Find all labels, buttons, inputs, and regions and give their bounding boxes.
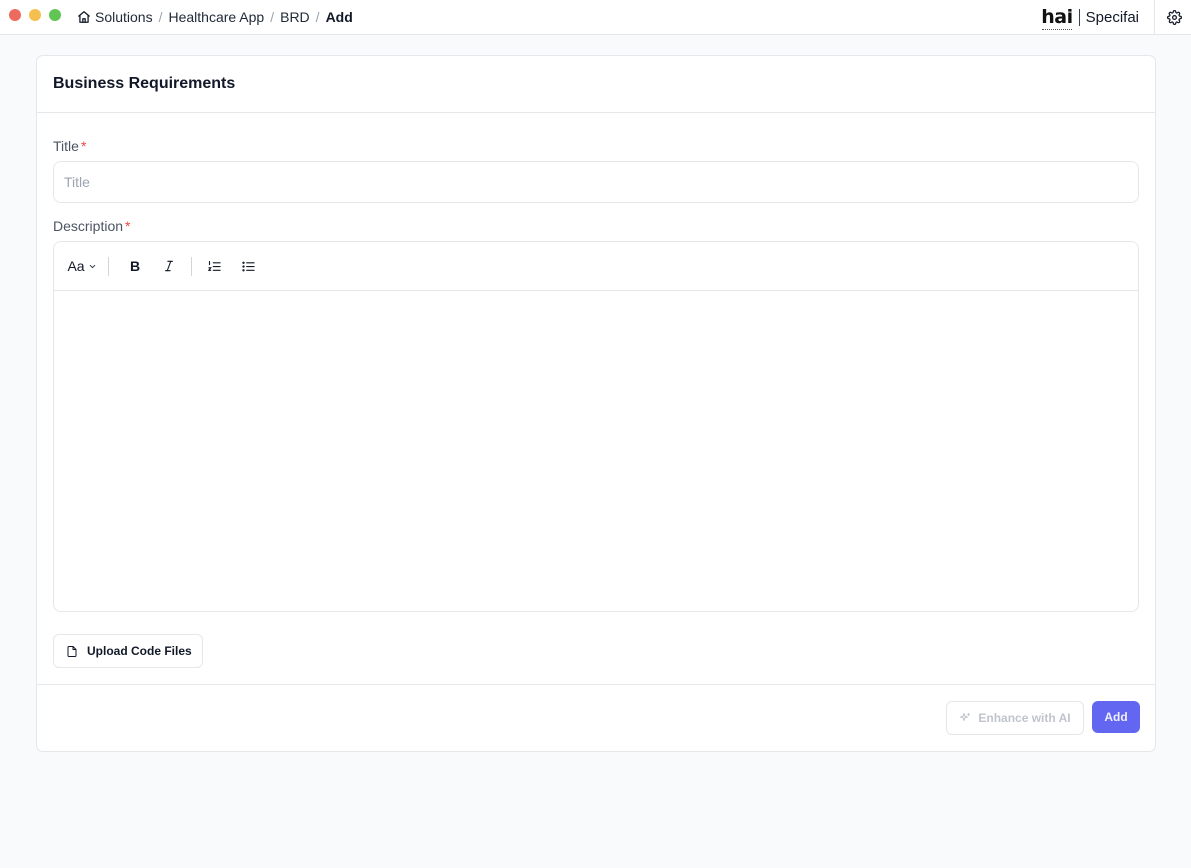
card-footer-divider bbox=[37, 684, 1155, 685]
breadcrumb-separator: / bbox=[270, 9, 275, 25]
bullet-list-icon bbox=[241, 261, 255, 271]
page-title: Business Requirements bbox=[53, 75, 236, 92]
breadcrumb-current: Add bbox=[325, 9, 353, 25]
enhance-with-ai-button[interactable]: Enhance with AI bbox=[946, 701, 1084, 735]
home-icon[interactable] bbox=[77, 10, 91, 24]
close-window-button[interactable] bbox=[9, 9, 21, 21]
font-size-dropdown[interactable]: Aa bbox=[66, 254, 98, 278]
description-text-area[interactable] bbox=[54, 291, 1138, 611]
breadcrumb-item-brd[interactable]: BRD bbox=[280, 9, 310, 25]
ordered-list-button[interactable] bbox=[202, 254, 226, 278]
upload-code-files-label: Upload Code Files bbox=[87, 644, 192, 658]
description-label-text: Description bbox=[53, 218, 124, 234]
breadcrumb-item-solutions[interactable]: Solutions bbox=[95, 9, 153, 25]
add-button[interactable]: Add bbox=[1092, 701, 1140, 733]
chevron-down-icon bbox=[89, 264, 95, 268]
ordered-list-icon bbox=[207, 260, 221, 271]
title-label-text: Title bbox=[53, 138, 79, 154]
required-mark: * bbox=[80, 138, 87, 154]
card-header: Business Requirements bbox=[37, 56, 1155, 113]
brand-divider bbox=[1078, 8, 1080, 26]
bullet-list-button[interactable] bbox=[236, 254, 260, 278]
hai-logo: hai bbox=[1041, 5, 1073, 30]
required-mark: * bbox=[125, 218, 131, 234]
title-label: Title * bbox=[53, 138, 86, 154]
file-icon bbox=[67, 645, 77, 657]
minimize-window-button[interactable] bbox=[29, 9, 41, 21]
italic-button[interactable] bbox=[157, 254, 181, 278]
settings-button[interactable] bbox=[1166, 9, 1182, 25]
title-input[interactable] bbox=[53, 161, 1139, 203]
maximize-window-button[interactable] bbox=[49, 9, 61, 21]
sparkle-icon bbox=[960, 713, 971, 721]
toolbar-separator bbox=[191, 256, 192, 276]
description-editor: Aa B bbox=[53, 241, 1139, 612]
window-controls bbox=[9, 9, 61, 21]
breadcrumb-separator: / bbox=[158, 9, 163, 25]
enhance-with-ai-label: Enhance with AI bbox=[978, 711, 1071, 725]
font-size-label: Aa bbox=[67, 258, 85, 274]
breadcrumb: Solutions / Healthcare App / BRD / Add bbox=[77, 0, 353, 34]
product-name: Specifai bbox=[1085, 8, 1139, 26]
toolbar-separator bbox=[108, 256, 109, 276]
breadcrumb-item-healthcare-app[interactable]: Healthcare App bbox=[168, 9, 264, 25]
editor-toolbar: Aa B bbox=[54, 242, 1138, 291]
italic-icon bbox=[164, 260, 174, 272]
breadcrumb-separator: / bbox=[315, 9, 320, 25]
description-label: Description * bbox=[53, 218, 130, 234]
title-bar: Solutions / Healthcare App / BRD / Add h… bbox=[0, 0, 1191, 35]
gear-icon bbox=[1166, 9, 1182, 25]
brand-logo: hai Specifai bbox=[1041, 0, 1139, 34]
bold-button[interactable]: B bbox=[123, 254, 147, 278]
topbar-divider bbox=[1154, 0, 1155, 34]
business-requirements-card: Business Requirements Title* Description… bbox=[36, 55, 1156, 752]
upload-code-files-button[interactable]: Upload Code Files bbox=[53, 634, 203, 668]
